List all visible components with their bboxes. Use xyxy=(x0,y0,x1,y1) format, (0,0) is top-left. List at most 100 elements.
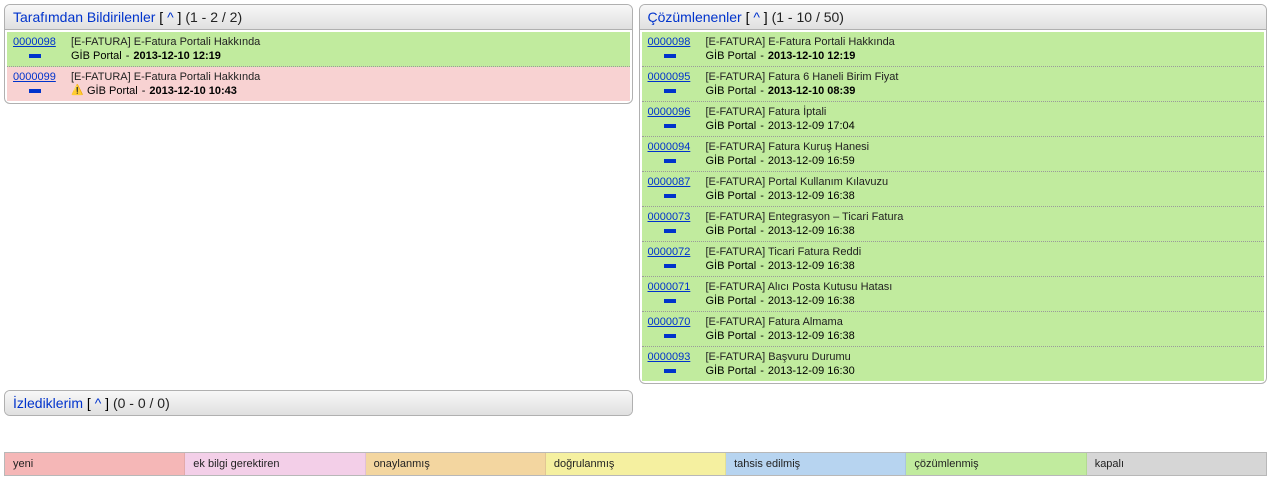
issue-date: 2013-12-10 12:19 xyxy=(768,50,855,62)
issue-id-link[interactable]: 0000094 xyxy=(648,141,706,153)
issue-main: [E-FATURA] Portal Kullanım Kılavuzu GİB P… xyxy=(706,176,1259,202)
status-marker-icon xyxy=(29,89,41,93)
separator: - xyxy=(760,225,764,237)
issue-id-link[interactable]: 0000096 xyxy=(648,106,706,118)
issue-id-link[interactable]: 0000093 xyxy=(648,351,706,363)
issue-date: 2013-12-09 17:04 xyxy=(768,120,855,132)
separator: - xyxy=(760,295,764,307)
issue-id-link[interactable]: 0000071 xyxy=(648,281,706,293)
status-marker-icon xyxy=(664,124,676,128)
issue-title: [E-FATURA] E-Fatura Portali Hakkında xyxy=(71,71,624,83)
legend-cell: doğrulanmış xyxy=(546,453,726,475)
issue-subline: GİB Portal - 2013-12-10 12:19 xyxy=(71,50,624,62)
panel-title-link[interactable]: Çözümlenenler xyxy=(648,9,742,25)
issue-id-link[interactable]: 0000098 xyxy=(13,36,71,48)
issue-title: [E-FATURA] Başvuru Durumu xyxy=(706,351,1259,363)
panel-body-reported: 0000098 [E-FATURA] E-Fatura Portali Hakkı… xyxy=(5,30,632,103)
issue-row: 0000095[E-FATURA] Fatura 6 Haneli Birim … xyxy=(642,67,1265,102)
legend-cell: ek bilgi gerektiren xyxy=(185,453,365,475)
issue-project: GİB Portal xyxy=(706,120,757,132)
issue-project: GİB Portal xyxy=(706,225,757,237)
status-marker-icon xyxy=(664,159,676,163)
issue-project: GİB Portal xyxy=(706,50,757,62)
issue-row: 0000096[E-FATURA] Fatura İptali GİB Porta… xyxy=(642,102,1265,137)
collapse-icon[interactable]: ^ xyxy=(167,9,174,25)
panel-reported: Tarafımdan Bildirilenler [ ^ ] (1 - 2 / … xyxy=(4,4,633,104)
issue-main: [E-FATURA] E-Fatura Portali Hakkında GİB … xyxy=(706,36,1259,62)
panel-watched: İzlediklerim [ ^ ] (0 - 0 / 0) xyxy=(4,390,633,416)
panel-resolved: Çözümlenenler [ ^ ] (1 - 10 / 50) 000009… xyxy=(639,4,1268,384)
panel-title-link[interactable]: Tarafımdan Bildirilenler xyxy=(13,9,155,25)
issue-subline: GİB Portal - 2013-12-09 16:30 xyxy=(706,365,1259,377)
panel-counts: (1 - 10 / 50) xyxy=(772,9,844,25)
issue-date: 2013-12-09 16:59 xyxy=(768,155,855,167)
separator: - xyxy=(760,330,764,342)
issue-subline: GİB Portal - 2013-12-09 17:04 xyxy=(706,120,1259,132)
issue-subline: GİB Portal - 2013-12-10 12:19 xyxy=(706,50,1259,62)
issue-main: [E-FATURA] Fatura İptali GİB Portal - 201… xyxy=(706,106,1259,132)
separator: - xyxy=(760,155,764,167)
issue-row: 0000087[E-FATURA] Portal Kullanım Kılavu… xyxy=(642,172,1265,207)
issue-row: 0000094[E-FATURA] Fatura Kuruş Hanesi GİB… xyxy=(642,137,1265,172)
issue-project: GİB Portal xyxy=(706,260,757,272)
legend-cell: kapalı xyxy=(1087,453,1266,475)
issue-project: GİB Portal xyxy=(706,365,757,377)
collapse-icon[interactable]: ^ xyxy=(753,9,760,25)
issue-project: GİB Portal xyxy=(706,155,757,167)
issue-id-link[interactable]: 0000098 xyxy=(648,36,706,48)
issue-id-link[interactable]: 0000072 xyxy=(648,246,706,258)
issue-id-link[interactable]: 0000073 xyxy=(648,211,706,223)
separator: - xyxy=(142,85,146,97)
issue-subline: GİB Portal - 2013-12-09 16:38 xyxy=(706,295,1259,307)
issue-project: GİB Portal xyxy=(706,85,757,97)
issue-title: [E-FATURA] Fatura İptali xyxy=(706,106,1259,118)
panel-body-resolved: 0000098[E-FATURA] E-Fatura Portali Hakkı… xyxy=(640,30,1267,383)
legend-cell: onaylanmış xyxy=(366,453,546,475)
status-marker-icon xyxy=(29,54,41,58)
issue-main: [E-FATURA] Ticari Fatura Reddi GİB Portal… xyxy=(706,246,1259,272)
legend-cell: tahsis edilmiş xyxy=(726,453,906,475)
issue-project: GİB Portal xyxy=(706,190,757,202)
issue-row: 0000098[E-FATURA] E-Fatura Portali Hakkı… xyxy=(7,32,630,67)
issue-id-link[interactable]: 0000095 xyxy=(648,71,706,83)
issue-subline: GİB Portal - 2013-12-10 08:39 xyxy=(706,85,1259,97)
panel-title-link[interactable]: İzlediklerim xyxy=(13,395,83,411)
separator: - xyxy=(760,85,764,97)
issue-row: 0000073[E-FATURA] Entegrasyon – Ticari F… xyxy=(642,207,1265,242)
status-marker-icon xyxy=(664,264,676,268)
issue-row: 0000071[E-FATURA] Alıcı Posta Kutusu Hat… xyxy=(642,277,1265,312)
issue-row: 0000072[E-FATURA] Ticari Fatura Reddi GİB… xyxy=(642,242,1265,277)
separator: - xyxy=(760,260,764,272)
issue-date: 2013-12-10 08:39 xyxy=(768,85,855,97)
issue-subline: GİB Portal - 2013-12-09 16:38 xyxy=(706,260,1259,272)
issue-main: [E-FATURA] Fatura AlmamaGİB Portal - 201… xyxy=(706,316,1259,342)
issue-row: 0000099[E-FATURA] E-Fatura Portali Hakkı… xyxy=(7,67,630,101)
issue-date: 2013-12-09 16:38 xyxy=(768,295,855,307)
issue-id-link[interactable]: 0000099 xyxy=(13,71,71,83)
issue-main: [E-FATURA] E-Fatura Portali Hakkında ⚠️Gİ… xyxy=(71,71,624,97)
status-legend: yeniek bilgi gerektirenonaylanmışdoğrula… xyxy=(4,452,1267,476)
issue-title: [E-FATURA] Ticari Fatura Reddi xyxy=(706,246,1259,258)
issue-date: 2013-12-09 16:30 xyxy=(768,365,855,377)
separator: - xyxy=(760,50,764,62)
panel-header-watched: İzlediklerim [ ^ ] (0 - 0 / 0) xyxy=(5,391,632,415)
issue-title: [E-FATURA] E-Fatura Portali Hakkında xyxy=(706,36,1259,48)
issue-date: 2013-12-09 16:38 xyxy=(768,330,855,342)
warning-icon: ⚠️ xyxy=(71,85,83,97)
issue-title: [E-FATURA] Fatura Kuruş Hanesi xyxy=(706,141,1259,153)
issue-title: [E-FATURA] Alıcı Posta Kutusu Hatası xyxy=(706,281,1259,293)
issue-main: [E-FATURA] Entegrasyon – Ticari FaturaGİ… xyxy=(706,211,1259,237)
status-marker-icon xyxy=(664,369,676,373)
status-marker-icon xyxy=(664,229,676,233)
status-marker-icon xyxy=(664,334,676,338)
issue-row: 0000093[E-FATURA] Başvuru Durumu GİB Port… xyxy=(642,347,1265,381)
issue-id-link[interactable]: 0000070 xyxy=(648,316,706,328)
issue-subline: GİB Portal - 2013-12-09 16:38 xyxy=(706,225,1259,237)
legend-cell: yeni xyxy=(5,453,185,475)
issue-id-link[interactable]: 0000087 xyxy=(648,176,706,188)
status-marker-icon xyxy=(664,194,676,198)
panel-header-resolved: Çözümlenenler [ ^ ] (1 - 10 / 50) xyxy=(640,5,1267,30)
issue-subline: ⚠️GİB Portal - 2013-12-10 10:43 xyxy=(71,85,624,97)
panel-header-reported: Tarafımdan Bildirilenler [ ^ ] (1 - 2 / … xyxy=(5,5,632,30)
issue-title: [E-FATURA] Portal Kullanım Kılavuzu xyxy=(706,176,1259,188)
